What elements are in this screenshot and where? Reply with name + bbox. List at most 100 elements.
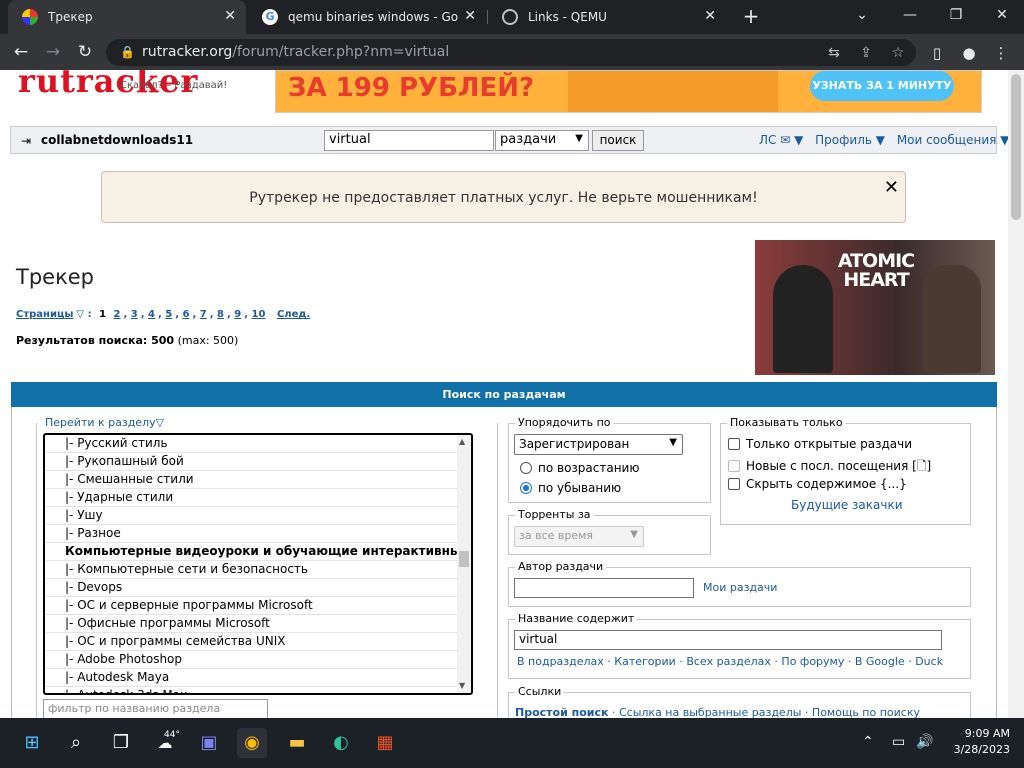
author-input[interactable] bbox=[514, 578, 694, 598]
list-item[interactable]: |- Adobe Photoshop bbox=[45, 651, 457, 669]
title-contains-input[interactable]: virtual bbox=[514, 630, 942, 650]
page-link[interactable]: 8 bbox=[217, 309, 224, 320]
close-icon[interactable]: ✕ bbox=[704, 8, 716, 24]
sort-select[interactable]: Зарегистрирован ▼ bbox=[514, 434, 683, 455]
section-listbox[interactable]: |- Русский стиль |- Рукопашный бой |- См… bbox=[43, 433, 473, 695]
forum-link[interactable]: По форуму bbox=[781, 655, 844, 668]
listbox-scrollbar[interactable]: ▲ ▼ bbox=[457, 435, 471, 693]
ad-banner-top[interactable]: ЗА 199 РУБЛЕЙ? УЗНАТЬ ЗА 1 МИНУТУ bbox=[275, 70, 982, 113]
quick-search-scope-select[interactable]: раздачи ▼ bbox=[495, 130, 589, 151]
task-view-icon[interactable]: ❐ bbox=[106, 728, 136, 758]
list-group[interactable]: Компьютерные видеоуроки и обучающие инте… bbox=[45, 543, 457, 561]
quick-search-input[interactable]: virtual bbox=[324, 130, 494, 151]
url-text[interactable]: rutracker.org/forum/tracker.php?nm=virtu… bbox=[142, 44, 449, 60]
logout-icon[interactable]: ⇥ bbox=[21, 134, 31, 148]
quick-search-button[interactable]: поиск bbox=[592, 130, 644, 151]
profile-avatar-icon[interactable]: ● bbox=[958, 42, 980, 64]
open-only-checkbox[interactable]: Только открытые раздачи bbox=[728, 437, 912, 451]
close-icon[interactable]: ✕ bbox=[884, 162, 899, 214]
back-button[interactable]: ← bbox=[8, 40, 34, 64]
page-link[interactable]: 7 bbox=[200, 309, 207, 320]
list-item[interactable]: |- Смешанные стили bbox=[45, 471, 457, 489]
scroll-down-icon[interactable]: ▼ bbox=[459, 681, 465, 690]
new-since-visit-checkbox[interactable]: Новые с посл. посещения [🗋] bbox=[728, 457, 931, 478]
page-link[interactable]: 2 bbox=[114, 309, 121, 320]
page-link[interactable]: 9 bbox=[234, 309, 241, 320]
search-icon[interactable]: ⌕ bbox=[61, 728, 91, 758]
list-item[interactable]: |- Компьютерные сети и безопасность bbox=[45, 561, 457, 579]
list-item[interactable]: |- Autodesk Maya bbox=[45, 669, 457, 687]
tab-tracker[interactable]: Трекер ✕ bbox=[8, 0, 246, 34]
network-icon[interactable]: ▭ bbox=[892, 734, 905, 750]
page-link[interactable]: 4 bbox=[148, 309, 155, 320]
hide-content-checkbox[interactable]: Скрыть содержимое {...} bbox=[728, 477, 907, 491]
my-messages-link[interactable]: Мои сообщения ▼ bbox=[897, 133, 1008, 147]
categories-link[interactable]: Категории bbox=[614, 655, 676, 668]
close-icon[interactable]: ✕ bbox=[464, 8, 476, 24]
file-explorer-icon[interactable]: ▬ bbox=[282, 728, 312, 758]
pages-label[interactable]: Страницы bbox=[16, 309, 73, 320]
clock[interactable]: 9:09 AM 3/28/2023 bbox=[940, 726, 1010, 758]
chrome-icon[interactable]: ◉ bbox=[237, 728, 267, 758]
menu-kebab-icon[interactable]: ⋮ bbox=[990, 42, 1012, 64]
ad-atomic-heart[interactable]: ATOMIC HEART bbox=[755, 240, 995, 375]
simple-search-link[interactable]: Простой поиск bbox=[515, 706, 608, 718]
close-icon[interactable]: ✕ bbox=[224, 8, 236, 24]
list-item[interactable]: |- Русский стиль bbox=[45, 435, 457, 453]
restore-button[interactable]: ❐ bbox=[932, 0, 980, 34]
list-item[interactable]: |- Ушу bbox=[45, 507, 457, 525]
list-item[interactable]: |- Разное bbox=[45, 525, 457, 543]
window-close-button[interactable]: ✕ bbox=[978, 0, 1024, 34]
list-item[interactable]: |- ОС и программы семейства UNIX bbox=[45, 633, 457, 651]
store-icon[interactable]: ▦ bbox=[370, 728, 400, 758]
url-field[interactable]: 🔒 rutracker.org/forum/tracker.php?nm=vir… bbox=[106, 39, 916, 66]
google-link[interactable]: В Google bbox=[855, 655, 905, 668]
scroll-up-icon[interactable]: ▲ bbox=[459, 437, 465, 446]
reload-button[interactable]: ↻ bbox=[72, 40, 98, 64]
list-item[interactable]: |- Ударные стили bbox=[45, 489, 457, 507]
volume-icon[interactable]: 🔊 bbox=[916, 734, 933, 750]
tab-search-chevron-icon[interactable]: ⌄ bbox=[838, 0, 886, 34]
list-item[interactable]: |- Devops bbox=[45, 579, 457, 597]
tab-qemu[interactable]: Links - QEMU ✕ bbox=[488, 0, 726, 34]
page-link[interactable]: 5 bbox=[165, 309, 172, 320]
tab-google[interactable]: G qemu binaries windows - Google ✕ bbox=[248, 0, 486, 34]
duck-link[interactable]: Duck bbox=[915, 655, 943, 668]
windows-start-icon[interactable]: ⊞ bbox=[17, 728, 47, 758]
lock-icon[interactable]: 🔒 bbox=[120, 45, 135, 59]
scroll-thumb[interactable] bbox=[1011, 74, 1021, 220]
weather-icon[interactable]: ☁ 44° bbox=[150, 728, 180, 758]
banner-cta-button[interactable]: УЗНАТЬ ЗА 1 МИНУТУ bbox=[810, 71, 954, 101]
my-releases-link[interactable]: Мои раздачи bbox=[703, 581, 777, 594]
sort-asc-radio[interactable]: по возрастанию bbox=[520, 461, 639, 475]
period-select[interactable]: за все время ▼ bbox=[514, 526, 644, 547]
selected-sections-link[interactable]: Ссылка на выбранные разделы bbox=[619, 706, 801, 718]
next-page-link[interactable]: След. bbox=[277, 309, 310, 320]
scroll-thumb[interactable] bbox=[459, 551, 469, 567]
profile-link[interactable]: Профиль ▼ bbox=[815, 133, 885, 147]
all-sections-link[interactable]: Всех разделах bbox=[686, 655, 771, 668]
page-link[interactable]: 6 bbox=[183, 309, 190, 320]
forward-button[interactable]: → bbox=[40, 40, 66, 64]
username-link[interactable]: collabnetdownloads11 bbox=[41, 133, 193, 147]
page-scrollbar[interactable] bbox=[1008, 70, 1024, 718]
section-filter-input[interactable]: фильтр по названию раздела bbox=[43, 699, 268, 718]
future-downloads-link[interactable]: Будущие закачки bbox=[791, 498, 903, 512]
bookmark-star-icon[interactable]: ☆ bbox=[888, 43, 908, 63]
list-item[interactable]: |- Офисные программы Microsoft bbox=[45, 615, 457, 633]
teams-chat-icon[interactable]: ▣ bbox=[194, 728, 224, 758]
page-link[interactable]: 3 bbox=[131, 309, 138, 320]
sort-desc-radio[interactable]: по убыванию bbox=[520, 481, 621, 495]
in-subsections-link[interactable]: В подразделах bbox=[517, 655, 604, 668]
minimize-button[interactable]: — bbox=[886, 0, 934, 34]
search-help-link[interactable]: Помощь по поиску bbox=[812, 706, 920, 718]
page-link[interactable]: 10 bbox=[252, 309, 266, 320]
list-item[interactable]: |- ОС и серверные программы Microsoft bbox=[45, 597, 457, 615]
new-tab-button[interactable]: + bbox=[738, 4, 764, 30]
pm-link[interactable]: ЛС ✉ ▼ bbox=[759, 133, 803, 147]
chevron-up-icon[interactable]: ⌃ bbox=[862, 734, 874, 750]
translate-icon[interactable]: ⇆ bbox=[824, 43, 844, 63]
share-icon[interactable]: ⇪ bbox=[856, 43, 876, 63]
side-panel-icon[interactable]: ▯ bbox=[926, 42, 948, 64]
list-item[interactable]: |- Рукопашный бой bbox=[45, 453, 457, 471]
